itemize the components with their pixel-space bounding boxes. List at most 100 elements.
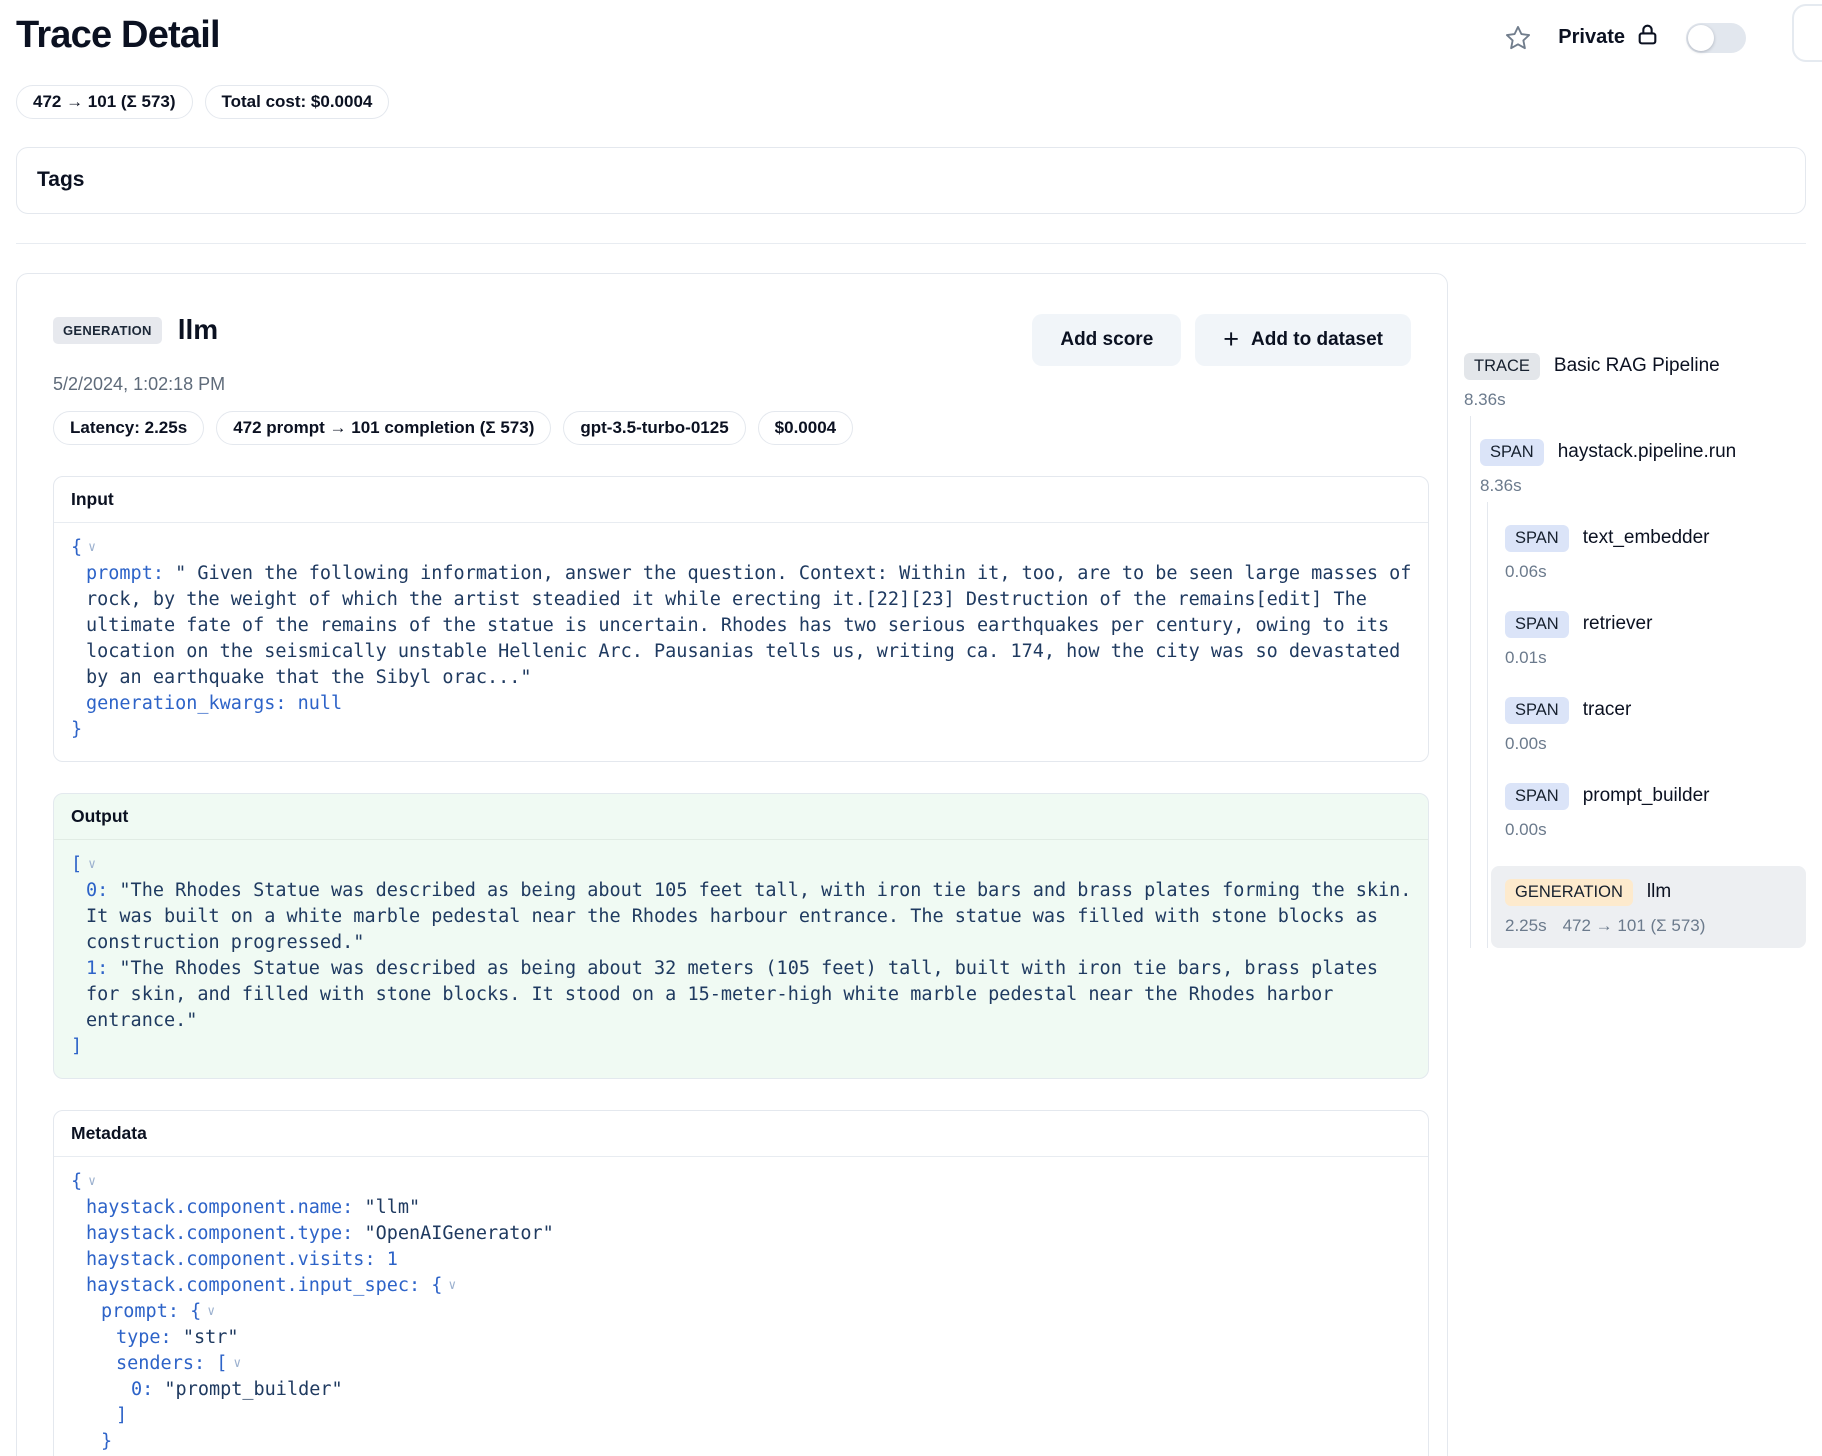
input-panel-title: Input — [54, 477, 1428, 523]
node-duration: 0.01s — [1505, 648, 1806, 670]
output-panel-title: Output — [54, 794, 1428, 840]
code-line: } — [71, 717, 1412, 743]
json-token: } — [71, 719, 82, 740]
node-type-badge: SPAN — [1505, 611, 1569, 638]
output-panel: Output [ ∨ 0: "The Rhodes Statue was descr… — [53, 793, 1429, 1079]
node-duration: 8.36s — [1480, 476, 1806, 498]
trace-tree: TRACEBasic RAG Pipeline8.36s SPANhaystack… — [1464, 273, 1806, 1073]
json-string: " Given the following information, answe… — [86, 563, 1423, 688]
privacy-toggle[interactable] — [1686, 23, 1746, 53]
node-type-badge: SPAN — [1505, 525, 1569, 552]
tree-node-haystack.pipeline.run[interactable]: SPANhaystack.pipeline.run8.36s — [1464, 436, 1806, 498]
metric-badge: gpt-3.5-turbo-0125 — [563, 411, 745, 445]
chevron-down-icon[interactable]: ∨ — [88, 1174, 96, 1189]
tags-label: Tags — [37, 168, 84, 191]
json-token: null — [298, 693, 343, 714]
code-line: haystack.component.type: "OpenAIGenerato… — [71, 1221, 1412, 1247]
code-line: generation_kwargs: null — [71, 691, 1412, 717]
add-score-label: Add score — [1060, 329, 1153, 351]
json-string: "OpenAIGenerator" — [364, 1223, 553, 1244]
partial-edge-button[interactable] — [1792, 4, 1822, 62]
output-json: [ ∨ 0: "The Rhodes Statue was described as… — [54, 840, 1428, 1078]
tree-node-text_embedder[interactable]: SPANtext_embedder0.06s — [1464, 522, 1806, 584]
chevron-down-icon[interactable]: ∨ — [88, 857, 96, 872]
observation-card: GENERATION llm Add score + Add to datase… — [16, 273, 1448, 1456]
node-type-badge: GENERATION — [1505, 879, 1633, 906]
json-key: haystack.component.name: — [86, 1197, 364, 1218]
tree-node-prompt_builder[interactable]: SPANprompt_builder0.00s — [1464, 780, 1806, 842]
metric-badge: Total cost: $0.0004 — [205, 85, 390, 119]
node-token-usage: 472 → 101 (Σ 573) — [1563, 916, 1706, 938]
node-type-badge: SPAN — [1480, 439, 1544, 466]
metric-badge: 472 → 101 (Σ 573) — [16, 85, 193, 119]
json-key: haystack.component.visits: — [86, 1249, 387, 1270]
code-line: ] — [71, 1034, 1412, 1060]
code-line: 1: "The Rhodes Statue was described as b… — [71, 956, 1412, 1034]
metric-badge: 472 prompt → 101 completion (Σ 573) — [216, 411, 551, 445]
chevron-down-icon[interactable]: ∨ — [233, 1356, 241, 1371]
observation-timestamp: 5/2/2024, 1:02:18 PM — [53, 374, 1427, 395]
json-string: "The Rhodes Statue was described as bein… — [86, 958, 1389, 1031]
node-name: llm — [1647, 881, 1671, 903]
trace-detail-page: Trace Detail Private 472 → 101 (Σ 573) To… — [0, 0, 1822, 1456]
bookmark-star-icon[interactable] — [1504, 24, 1532, 52]
page-header: Trace Detail Private — [16, 14, 1806, 57]
chevron-down-icon[interactable]: ∨ — [207, 1304, 215, 1319]
json-string: "The Rhodes Statue was described as bein… — [86, 880, 1423, 953]
metadata-panel: Metadata {∨haystack.component.name: "llm… — [53, 1110, 1429, 1456]
node-type-badge: TRACE — [1464, 353, 1540, 380]
node-name: tracer — [1583, 699, 1632, 721]
code-line: senders: [∨ — [71, 1351, 1412, 1377]
json-key: haystack.component.type: — [86, 1223, 364, 1244]
metric-badge: Latency: 2.25s — [53, 411, 204, 445]
json-token: { — [190, 1301, 201, 1322]
json-string: "llm" — [364, 1197, 420, 1218]
json-token: 1 — [387, 1249, 398, 1270]
tree-node-llm[interactable]: GENERATIONllm2.25s472 → 101 (Σ 573) — [1491, 866, 1806, 948]
node-type-badge: SPAN — [1505, 783, 1569, 810]
code-line: {∨ — [71, 535, 1412, 561]
code-line: {∨ — [71, 1169, 1412, 1195]
toggle-knob — [1688, 25, 1714, 51]
code-line: } — [71, 1429, 1412, 1455]
add-to-dataset-button[interactable]: + Add to dataset — [1195, 314, 1411, 366]
json-token: ] — [116, 1405, 127, 1426]
privacy-control: Private — [1558, 22, 1660, 53]
json-key: type: — [116, 1327, 183, 1348]
json-key: prompt: — [86, 563, 175, 584]
add-score-button[interactable]: Add score — [1032, 314, 1181, 366]
json-token: { — [71, 537, 82, 558]
chevron-down-icon[interactable]: ∨ — [88, 540, 96, 555]
observation-metric-badges: Latency: 2.25s 472 prompt → 101 completio… — [53, 411, 1427, 445]
page-title: Trace Detail — [16, 14, 220, 57]
json-key: senders: — [116, 1353, 216, 1374]
code-line: haystack.component.input_spec: {∨ — [71, 1273, 1412, 1299]
input-panel: Input {∨prompt: " Given the following in… — [53, 476, 1429, 762]
code-line: prompt: " Given the following informatio… — [71, 561, 1412, 691]
code-line: haystack.component.visits: 1 — [71, 1247, 1412, 1273]
node-name: retriever — [1583, 613, 1653, 635]
section-divider — [16, 243, 1806, 244]
node-duration: 8.36s — [1464, 390, 1806, 412]
tree-node-tracer[interactable]: SPANtracer0.00s — [1464, 694, 1806, 756]
privacy-label: Private — [1558, 26, 1625, 49]
node-duration: 0.00s — [1505, 820, 1806, 842]
json-token: } — [101, 1431, 112, 1452]
json-key: 0: — [86, 880, 119, 901]
json-key: haystack.component.input_spec: — [86, 1275, 431, 1296]
observation-type-badge: GENERATION — [53, 317, 162, 344]
json-string: "prompt_builder" — [164, 1379, 342, 1400]
observation-name: llm — [178, 314, 218, 346]
code-line: ] — [71, 1403, 1412, 1429]
chevron-down-icon[interactable]: ∨ — [448, 1278, 456, 1293]
json-string: "str" — [183, 1327, 239, 1348]
tree-node-Basic RAG Pipeline[interactable]: TRACEBasic RAG Pipeline8.36s — [1464, 350, 1806, 412]
tree-node-retriever[interactable]: SPAN retriever 0.01s — [1464, 608, 1806, 670]
code-line: haystack.component.name: "llm" — [71, 1195, 1412, 1221]
json-key: 0: — [131, 1379, 164, 1400]
node-name: text_embedder — [1583, 527, 1710, 549]
code-line: 0: "The Rhodes Statue was described as b… — [71, 878, 1412, 956]
tags-section[interactable]: Tags — [16, 147, 1806, 214]
node-duration: 0.00s — [1505, 734, 1806, 756]
json-token: [ — [71, 854, 82, 875]
